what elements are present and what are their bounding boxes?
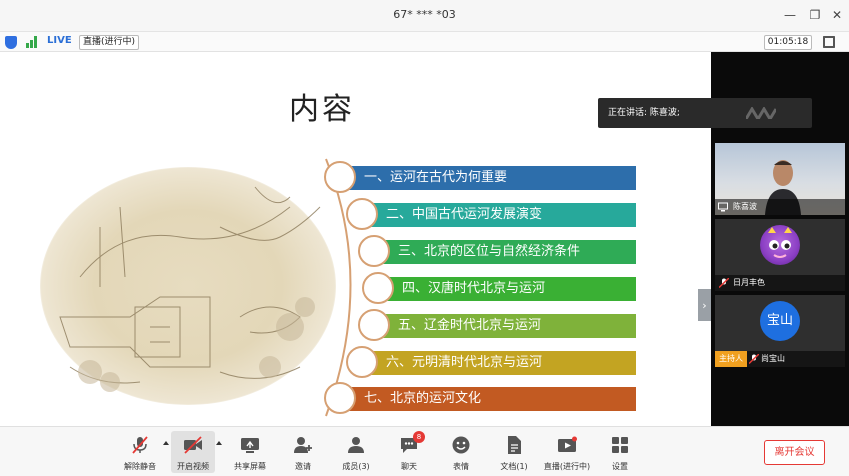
status-bar: LIVE 直播(进行中) 01:05:18 [0,32,849,52]
toc-item-6: 六、元明清时代北京与运河 [346,346,636,378]
toc-item-1: 一、运河在古代为何重要 [324,161,636,193]
start-video-button[interactable]: 开启视频 [171,431,215,473]
meeting-timer: 01:05:18 [764,35,812,50]
minimize-icon[interactable]: — [779,4,801,26]
members-button[interactable]: 成员(3) [334,431,378,473]
docs-button[interactable]: 文档(1) [492,431,536,473]
meeting-logo-icon [746,107,776,119]
toc-bullet [362,272,394,304]
share-screen-button[interactable]: 共享屏幕 [228,431,272,473]
toc-item-label: 三、北京的区位与自然经济条件 [398,244,581,259]
meeting-toolbar: 解除静音 开启视频 共享屏幕 邀请 成员(3) 8 聊天 表情 文档(1) 直播… [0,426,849,476]
toc-item-label: 五、辽金时代北京与运河 [398,318,542,333]
participant-tile-3[interactable]: 宝山 尚宝山 主持人 [715,295,845,367]
toc-item-5: 五、辽金时代北京与运河 [358,309,636,341]
participant-name: 日月丰色 [715,275,845,291]
toc-item-7: 七、北京的运河文化 [324,382,636,414]
toc-bullet [358,309,390,341]
invite-button[interactable]: 邀请 [281,431,325,473]
participant-name: 陈喜波 [715,199,845,215]
live-status[interactable]: 直播(进行中) [79,35,140,50]
toc-bullet [324,382,356,414]
document-icon [508,436,521,454]
docs-label: 文档(1) [500,462,528,471]
restore-icon[interactable]: ❐ [804,4,826,26]
unmute-button[interactable]: 解除静音 [118,431,162,473]
live-label: LIVE [47,35,72,46]
screen-share-icon [718,202,728,212]
toc-bullet [358,235,390,267]
participant-tile-2[interactable]: 日月丰色 [715,219,845,291]
smile-icon [452,436,470,454]
window-title: 67* *** *03 [393,8,456,21]
toc-item-label: 七、北京的运河文化 [364,391,482,406]
settings-grid-icon [612,437,628,453]
shield-icon[interactable] [5,36,17,49]
members-label: 成员(3) [342,462,370,471]
chat-label: 聊天 [401,462,417,471]
start-video-label: 开启视频 [177,462,209,471]
invite-label: 邀请 [295,462,311,471]
mic-muted-icon [719,278,729,288]
share-screen-icon [241,438,259,453]
caret-up-icon[interactable] [163,441,169,445]
speaking-indicator: 正在讲话: 陈喜波; [598,98,812,128]
toc-item-3: 三、北京的区位与自然经济条件 [358,235,636,267]
chat-button[interactable]: 8 聊天 [387,431,431,473]
avatar: 宝山 [760,301,800,341]
signal-icon[interactable] [26,36,40,48]
chat-badge: 8 [413,431,425,443]
members-icon [348,437,364,453]
caret-up-icon[interactable] [216,441,222,445]
mic-muted-icon [132,436,148,454]
share-screen-label: 共享屏幕 [234,462,266,471]
live-label: 直播(进行中) [543,462,591,471]
live-button[interactable]: 直播(进行中) [544,431,590,473]
toc-item-label: 一、运河在古代为何重要 [364,170,508,185]
toc-item-label: 四、汉唐时代北京与运河 [402,281,546,296]
meeting-window: 67* *** *03 — ❐ ✕ LIVE 直播(进行中) 01:05:18 … [0,0,849,476]
mic-muted-icon [749,354,759,364]
toc-bullet [346,198,378,230]
toc-item-4: 四、汉唐时代北京与运河 [362,272,636,304]
toc-bullet [324,161,356,193]
host-badge: 主持人 [715,351,747,367]
reactions-label: 表情 [453,462,469,471]
avatar [760,225,800,265]
settings-button[interactable]: 设置 [598,431,642,473]
toc-item-label: 六、元明清时代北京与运河 [386,355,543,370]
unmute-label: 解除静音 [124,462,156,471]
title-bar: 67* *** *03 — ❐ ✕ [0,0,849,32]
settings-label: 设置 [612,462,628,471]
speaking-text: 正在讲话: 陈喜波; [608,108,680,118]
leave-meeting-button[interactable]: 离开会议 [764,440,825,465]
camera-off-icon [184,436,202,454]
chevron-right-icon[interactable]: › [698,289,711,321]
participant-tile-1[interactable]: 陈喜波 [715,143,845,215]
toc-item-2: 二、中国古代运河发展演变 [346,198,636,230]
reactions-button[interactable]: 表情 [439,431,483,473]
toc-bullet [346,346,378,378]
add-user-icon [294,437,312,453]
close-icon[interactable]: ✕ [826,4,848,26]
live-tv-icon [558,436,577,452]
toc-item-label: 二、中国古代运河发展演变 [386,207,543,222]
fullscreen-icon[interactable] [823,36,835,48]
